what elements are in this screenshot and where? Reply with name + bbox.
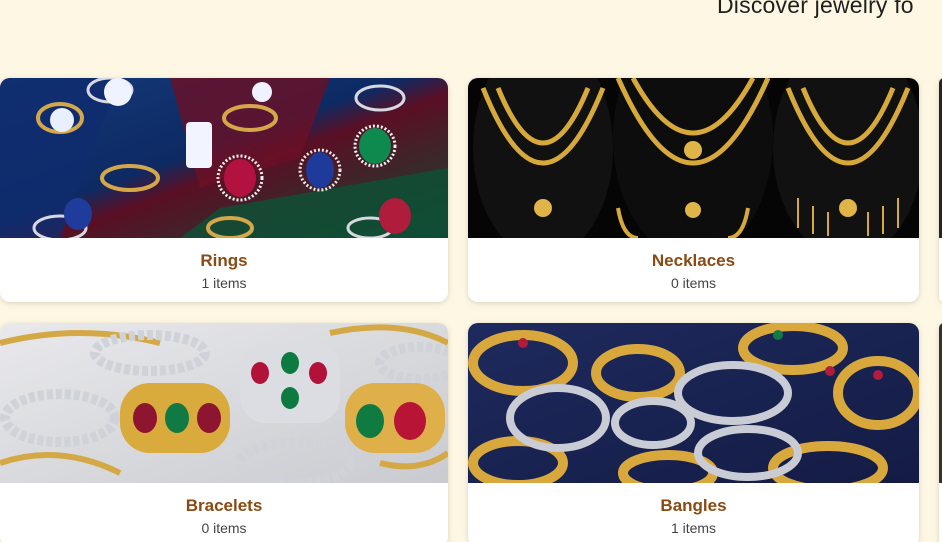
category-card-rings[interactable]: Rings 1 items — [0, 78, 448, 302]
page-subtitle: Discover jewelry fo — [717, 0, 914, 18]
category-name: Bangles — [660, 496, 727, 515]
category-card-bracelets[interactable]: Bracelets 0 items — [0, 323, 448, 542]
category-name: Rings — [200, 251, 248, 270]
bracelets-image — [0, 323, 448, 483]
category-name: Necklaces — [651, 251, 736, 270]
category-card-bangles[interactable]: Bangles 1 items — [468, 323, 919, 542]
category-count: 0 items — [201, 520, 247, 536]
category-card-necklaces[interactable]: Necklaces 0 items — [468, 78, 919, 302]
category-name: Bracelets — [185, 496, 263, 515]
category-count: 1 items — [670, 520, 717, 536]
necklaces-image — [468, 78, 919, 238]
rings-image — [0, 78, 448, 238]
category-count: 0 items — [670, 275, 717, 291]
category-page: Discover jewelry fo Rings 1 items Neckla… — [0, 0, 942, 542]
category-count: 1 items — [201, 275, 247, 291]
bangles-image — [468, 323, 919, 483]
